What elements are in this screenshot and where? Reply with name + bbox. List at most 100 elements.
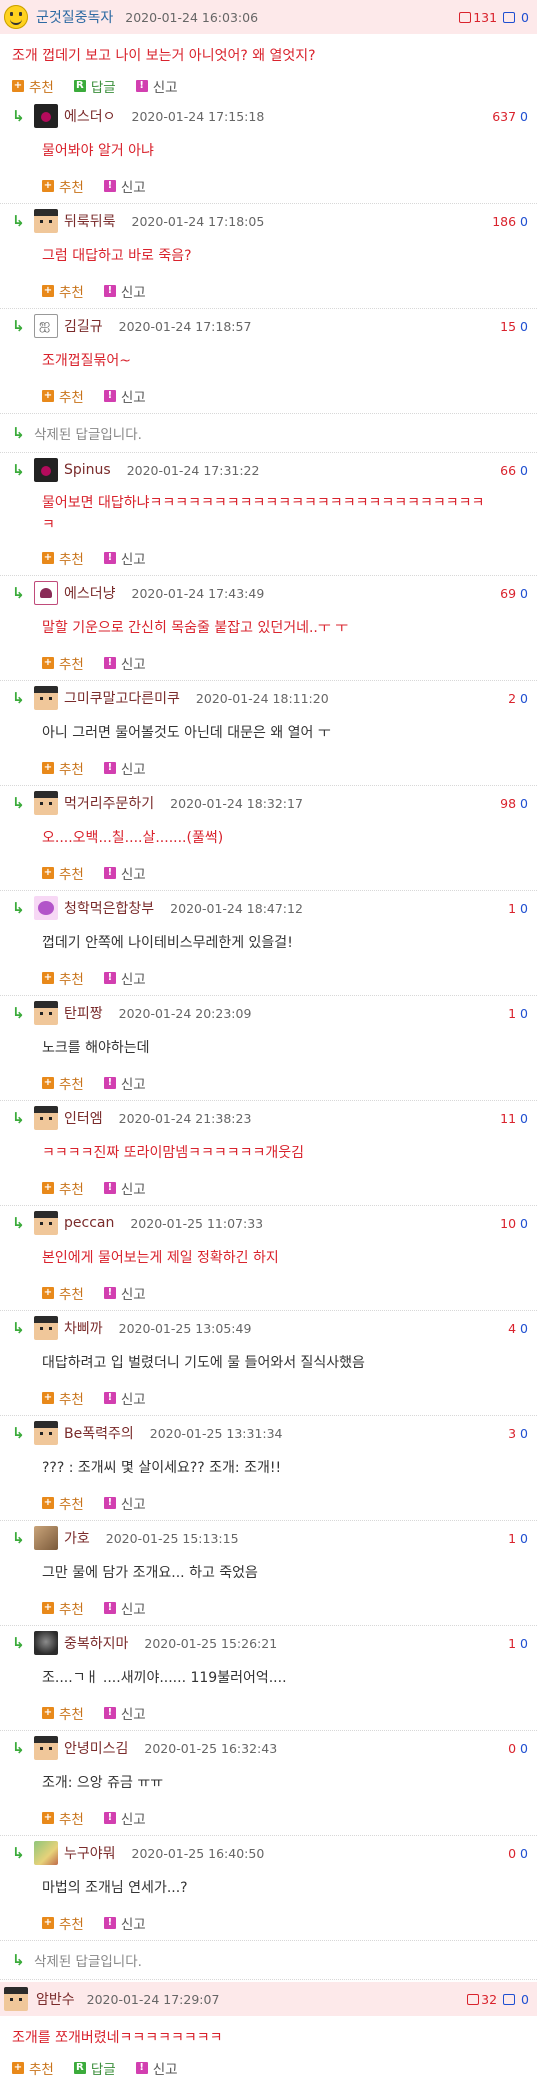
reply-button[interactable]: R 답글 bbox=[73, 76, 116, 96]
downvote-count[interactable]: 0 bbox=[520, 1531, 528, 1546]
reply-button[interactable]: R 답글 bbox=[73, 2058, 116, 2078]
report-button[interactable]: ! 신고 bbox=[103, 176, 146, 196]
post-author[interactable]: 군것질중독자 bbox=[36, 7, 113, 27]
upvote-count[interactable]: 0 bbox=[508, 1741, 516, 1756]
upvote-count[interactable]: 4 bbox=[508, 1321, 516, 1336]
recommend-button[interactable]: + 추천 bbox=[42, 968, 84, 988]
recommend-button[interactable]: + 추천 bbox=[42, 1598, 84, 1618]
report-button[interactable]: ! 신고 bbox=[103, 1808, 146, 1828]
recommend-button[interactable]: + 추천 bbox=[42, 863, 84, 883]
recommend-button[interactable]: + 추천 bbox=[42, 1073, 84, 1093]
recommend-button[interactable]: + 추천 bbox=[42, 1388, 84, 1408]
recommend-button[interactable]: + 추천 bbox=[42, 386, 84, 406]
upvote-count[interactable]: 1 bbox=[508, 1636, 516, 1651]
user-avatar[interactable] bbox=[34, 1526, 58, 1550]
downvote-count[interactable]: 0 bbox=[520, 319, 528, 334]
downvote-count[interactable]: 0 bbox=[520, 586, 528, 601]
user-avatar[interactable] bbox=[4, 5, 28, 29]
report-button[interactable]: ! 신고 bbox=[103, 386, 146, 406]
comment-author[interactable]: 누구야뭐 bbox=[64, 1843, 116, 1863]
downvote-count[interactable]: 0 bbox=[520, 463, 528, 478]
thumbs-up-icon[interactable] bbox=[459, 11, 472, 23]
recommend-button[interactable]: + 추천 bbox=[42, 1808, 84, 1828]
comment-author[interactable]: peccan bbox=[64, 1215, 114, 1231]
report-button[interactable]: ! 신고 bbox=[103, 1178, 146, 1198]
recommend-button[interactable]: + 추천 bbox=[42, 1703, 84, 1723]
downvote-count[interactable]: 0 bbox=[520, 214, 528, 229]
downvote-count[interactable]: 0 bbox=[520, 109, 528, 124]
comment-author[interactable]: 탄피짱 bbox=[64, 1003, 103, 1023]
comment-author[interactable]: 가호 bbox=[64, 1528, 90, 1548]
user-avatar[interactable] bbox=[34, 104, 58, 128]
downvote-count[interactable]: 0 bbox=[520, 1006, 528, 1021]
downvote-count[interactable]: 0 bbox=[520, 796, 528, 811]
recommend-button[interactable]: + 추천 bbox=[12, 2058, 54, 2078]
upvote-count[interactable]: 186 bbox=[492, 214, 516, 229]
upvote-count[interactable]: 66 bbox=[500, 463, 516, 478]
user-avatar[interactable] bbox=[34, 458, 58, 482]
downvote-count[interactable]: 0 bbox=[520, 1636, 528, 1651]
user-avatar[interactable] bbox=[34, 686, 58, 710]
recommend-button[interactable]: + 추천 bbox=[42, 1178, 84, 1198]
user-avatar[interactable] bbox=[34, 314, 58, 338]
upvote-count[interactable]: 1 bbox=[508, 901, 516, 916]
user-avatar[interactable] bbox=[34, 1211, 58, 1235]
comment-author[interactable]: 에스더ㅇ bbox=[64, 106, 116, 126]
comment-author[interactable]: 뒤룩뒤룩 bbox=[64, 211, 116, 231]
downvote-count[interactable]: 0 bbox=[520, 1321, 528, 1336]
user-avatar[interactable] bbox=[34, 209, 58, 233]
downvote-count[interactable]: 0 bbox=[520, 691, 528, 706]
thumbs-down-icon[interactable] bbox=[503, 1993, 516, 2005]
comment-author[interactable]: 김길규 bbox=[64, 316, 103, 336]
report-button[interactable]: ! 신고 bbox=[103, 968, 146, 988]
recommend-button[interactable]: + 추천 bbox=[12, 76, 54, 96]
report-button[interactable]: ! 신고 bbox=[103, 1283, 146, 1303]
report-button[interactable]: ! 신고 bbox=[103, 281, 146, 301]
user-avatar[interactable] bbox=[34, 1421, 58, 1445]
report-button[interactable]: ! 신고 bbox=[103, 548, 146, 568]
user-avatar[interactable] bbox=[34, 581, 58, 605]
recommend-button[interactable]: + 추천 bbox=[42, 1913, 84, 1933]
recommend-button[interactable]: + 추천 bbox=[42, 1493, 84, 1513]
comment-author[interactable]: Be폭력주의 bbox=[64, 1423, 134, 1443]
user-avatar[interactable] bbox=[34, 1631, 58, 1655]
report-button[interactable]: ! 신고 bbox=[103, 1598, 146, 1618]
report-button[interactable]: ! 신고 bbox=[103, 1073, 146, 1093]
upvote-count[interactable]: 0 bbox=[508, 1846, 516, 1861]
recommend-button[interactable]: + 추천 bbox=[42, 653, 84, 673]
upvote-count[interactable]: 11 bbox=[500, 1111, 516, 1126]
comment-author[interactable]: 중복하지마 bbox=[64, 1633, 128, 1653]
downvote-count[interactable]: 0 bbox=[520, 1846, 528, 1861]
comment-author[interactable]: Spinus bbox=[64, 462, 111, 478]
downvote-count[interactable]: 0 bbox=[520, 901, 528, 916]
post-author[interactable]: 암반수 bbox=[36, 1989, 75, 2009]
recommend-button[interactable]: + 추천 bbox=[42, 281, 84, 301]
upvote-count[interactable]: 637 bbox=[492, 109, 516, 124]
user-avatar[interactable] bbox=[34, 1316, 58, 1340]
report-button[interactable]: ! 신고 bbox=[103, 758, 146, 778]
comment-author[interactable]: 차삐까 bbox=[64, 1318, 103, 1338]
upvote-count[interactable]: 98 bbox=[500, 796, 516, 811]
thumbs-down-icon[interactable] bbox=[503, 11, 516, 23]
recommend-button[interactable]: + 추천 bbox=[42, 548, 84, 568]
report-button[interactable]: ! 신고 bbox=[103, 1703, 146, 1723]
comment-author[interactable]: 인터엠 bbox=[64, 1108, 103, 1128]
downvote-count[interactable]: 0 bbox=[520, 1216, 528, 1231]
comment-author[interactable]: 그미쿠말고다른미쿠 bbox=[64, 688, 180, 708]
downvote-count[interactable]: 0 bbox=[520, 1111, 528, 1126]
report-button[interactable]: ! 신고 bbox=[135, 2058, 178, 2078]
user-avatar[interactable] bbox=[34, 1736, 58, 1760]
recommend-button[interactable]: + 추천 bbox=[42, 176, 84, 196]
user-avatar[interactable] bbox=[34, 896, 58, 920]
report-button[interactable]: ! 신고 bbox=[103, 1388, 146, 1408]
report-button[interactable]: ! 신고 bbox=[135, 76, 178, 96]
comment-author[interactable]: 안녕미스김 bbox=[64, 1738, 128, 1758]
user-avatar[interactable] bbox=[34, 791, 58, 815]
upvote-count[interactable]: 1 bbox=[508, 1006, 516, 1021]
report-button[interactable]: ! 신고 bbox=[103, 1493, 146, 1513]
comment-author[interactable]: 에스더냥 bbox=[64, 583, 116, 603]
upvote-count[interactable]: 3 bbox=[508, 1426, 516, 1441]
user-avatar[interactable] bbox=[4, 1987, 28, 2011]
user-avatar[interactable] bbox=[34, 1001, 58, 1025]
upvote-count[interactable]: 69 bbox=[500, 586, 516, 601]
